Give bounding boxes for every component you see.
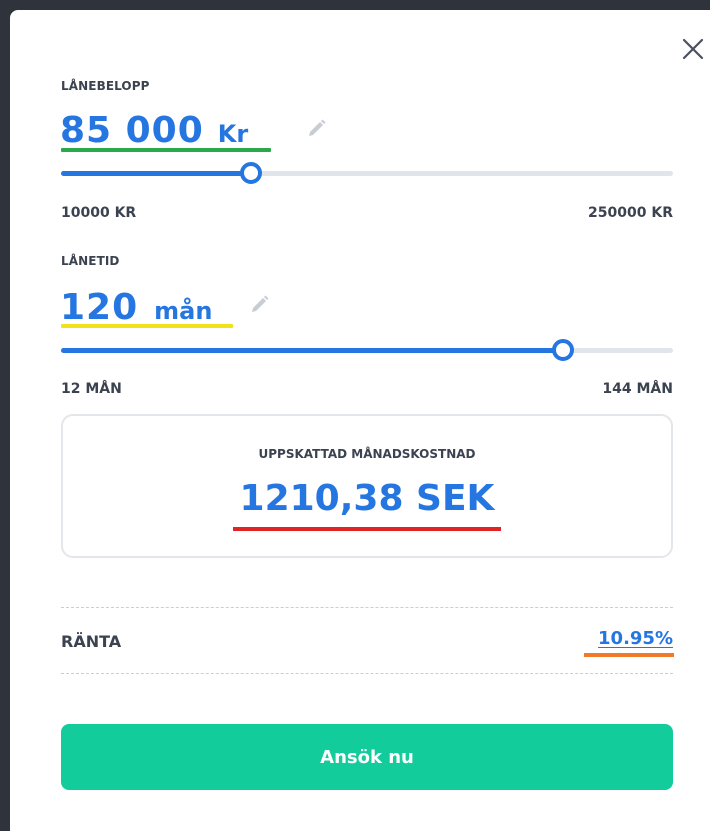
loan-term-unit: mån [154,297,213,325]
rate-value[interactable]: 10.95% [598,628,673,649]
loan-term-value[interactable]: 120 mån [60,287,212,328]
divider [61,673,673,674]
rate-label: RÄNTA [61,632,122,651]
loan-amount-min: 10000 KR [61,205,137,221]
loan-term-number: 120 [60,287,139,328]
close-icon[interactable] [678,34,708,64]
monthly-cost-box: UPPSKATTAD MÅNADSKOSTNAD 1210,38 SEK [61,414,673,558]
monthly-cost-value: 1210,38 SEK [239,478,495,519]
loan-amount-slider-fill [61,171,251,176]
loan-amount-slider-thumb[interactable] [239,162,262,184]
loan-amount-max: 250000 KR [588,205,673,221]
loan-term-min: 12 MÅN [61,381,122,397]
rate-underline [584,653,674,657]
loan-term-underline [61,324,233,328]
loan-calculator-modal: LÅNEBELOPP 85 000 Kr 10000 KR 250000 KR … [10,10,710,831]
loan-term-label: LÅNETID [61,254,120,268]
pencil-icon[interactable] [305,116,329,140]
loan-amount-unit: Kr [217,120,249,148]
loan-term-slider[interactable] [61,339,673,361]
loan-amount-label: LÅNEBELOPP [61,79,150,93]
apply-button[interactable]: Ansök nu [61,724,673,790]
monthly-cost-title: UPPSKATTAD MÅNADSKOSTNAD [258,447,476,461]
monthly-cost-underline [233,527,501,531]
divider [61,607,673,608]
loan-amount-value[interactable]: 85 000 Kr [60,110,248,151]
loan-amount-number: 85 000 [60,110,204,151]
loan-amount-slider[interactable] [61,162,673,184]
loan-term-slider-thumb[interactable] [551,339,574,361]
loan-term-max: 144 MÅN [602,381,673,397]
loan-term-slider-fill [61,348,563,353]
loan-amount-underline [61,148,271,152]
pencil-icon[interactable] [248,292,272,316]
